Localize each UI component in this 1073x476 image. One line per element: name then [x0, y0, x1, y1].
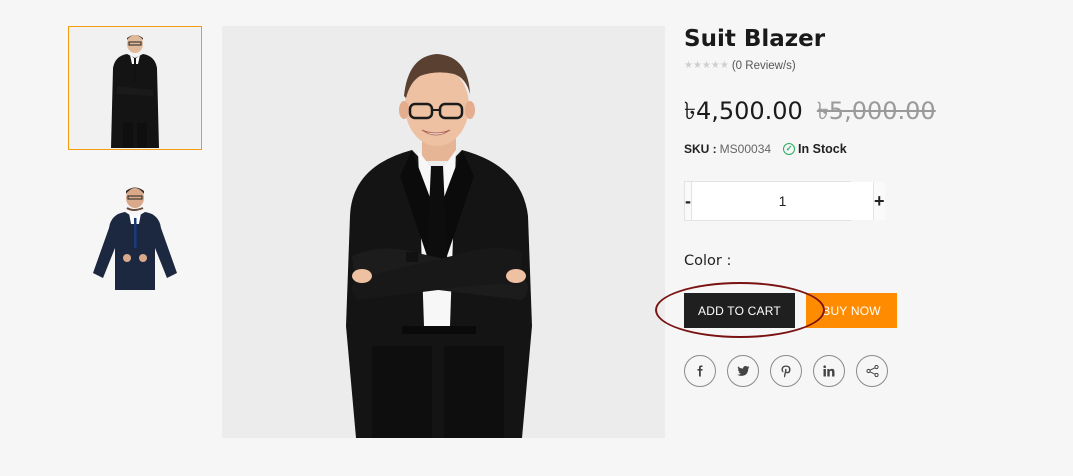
social-share-bar [684, 355, 888, 387]
color-label: Color : [684, 253, 732, 269]
stock-status: ✓ In Stock [783, 142, 847, 156]
product-title: Suit Blazer [684, 26, 826, 52]
twitter-icon[interactable] [727, 355, 759, 387]
linkedin-icon[interactable] [813, 355, 845, 387]
product-thumbnail-image [93, 187, 177, 290]
facebook-icon[interactable] [684, 355, 716, 387]
main-product-image [222, 26, 665, 438]
model-in-suit-illustration [222, 26, 665, 438]
thumbnail-alt[interactable] [68, 172, 202, 296]
buy-now-button[interactable]: BUY NOW [806, 293, 897, 328]
product-thumbnail-image [111, 35, 159, 148]
decrease-quantity-button[interactable]: - [685, 182, 692, 220]
sku-row: SKU : MS00034 ✓ In Stock [684, 142, 847, 156]
star-icon: ★ [719, 60, 729, 71]
check-circle-icon: ✓ [783, 143, 796, 155]
original-price: ৳5,000.00 [816, 97, 936, 125]
stock-text: In Stock [798, 142, 847, 156]
star-icon: ★ [684, 60, 693, 71]
rating-stars: ★ ★ ★ ★ ★ [684, 61, 729, 71]
share-icon[interactable] [856, 355, 888, 387]
star-icon: ★ [710, 60, 720, 71]
increase-quantity-button[interactable]: + [873, 182, 885, 220]
pinterest-icon[interactable] [770, 355, 802, 387]
quantity-stepper: - + [684, 181, 885, 221]
rating-row: ★ ★ ★ ★ ★ (0 Review/s) [684, 60, 796, 72]
sku-label: SKU : [684, 142, 717, 156]
price-row: ৳4,500.00 ৳5,000.00 [684, 93, 936, 133]
current-price: ৳4,500.00 [684, 97, 803, 125]
review-count[interactable]: (0 Review/s) [732, 60, 796, 72]
star-icon: ★ [701, 60, 711, 71]
add-to-cart-button[interactable]: ADD TO CART [684, 293, 795, 328]
quantity-input[interactable] [692, 182, 873, 220]
star-icon: ★ [692, 60, 702, 71]
sku-value: MS00034 [719, 142, 772, 156]
thumbnail-front[interactable] [68, 26, 202, 150]
